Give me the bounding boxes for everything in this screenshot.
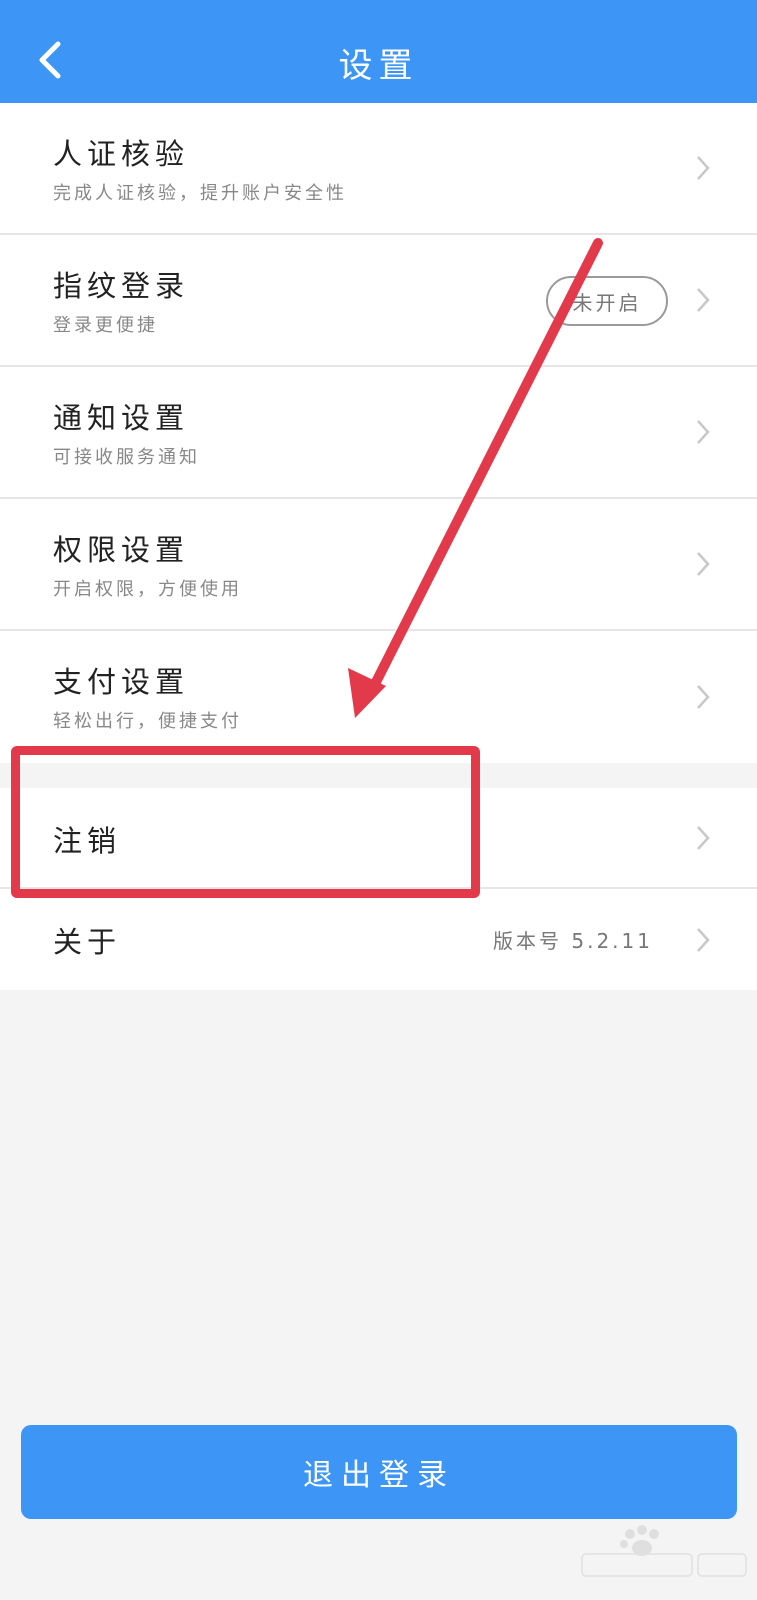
settings-item-title: 人证核验 — [53, 137, 190, 171]
chevron-right-icon — [697, 420, 710, 444]
settings-item-permissions[interactable]: 权限设置 开启权限，方便使用 — [0, 499, 757, 631]
settings-item-title: 权限设置 — [53, 533, 190, 567]
settings-item-subtitle: 登录更便捷 — [53, 315, 158, 336]
settings-item-subtitle: 开启权限，方便使用 — [53, 579, 242, 600]
chevron-right-icon — [697, 156, 710, 180]
settings-item-identity-verification[interactable]: 人证核验 完成人证核验，提升账户安全性 — [0, 103, 757, 235]
chevron-right-icon — [697, 927, 710, 952]
settings-item-subtitle: 可接收服务通知 — [53, 447, 200, 468]
settings-item-about[interactable]: 关于 版本号 5.2.11 — [0, 889, 757, 990]
chevron-right-icon — [697, 288, 710, 312]
settings-item-subtitle: 轻松出行，便捷支付 — [53, 711, 242, 732]
settings-item-subtitle: 完成人证核验，提升账户安全性 — [53, 183, 347, 204]
settings-page: 设置 人证核验 完成人证核验，提升账户安全性 指纹登录 登录更便捷 未开启 通知… — [0, 0, 757, 1600]
settings-item-title: 关于 — [53, 925, 122, 959]
logout-button[interactable]: 退出登录 — [21, 1425, 737, 1519]
app-header: 设置 — [0, 0, 757, 103]
chevron-right-icon — [697, 825, 710, 850]
chevron-right-icon — [697, 685, 710, 709]
baidu-watermark-icon — [581, 1525, 747, 1577]
settings-item-payment[interactable]: 支付设置 轻松出行，便捷支付 — [0, 631, 757, 763]
version-label: 版本号 5.2.11 — [493, 929, 653, 953]
settings-item-title: 支付设置 — [53, 665, 190, 699]
settings-item-title: 指纹登录 — [53, 269, 190, 303]
fingerprint-status-badge[interactable]: 未开启 — [546, 276, 668, 326]
settings-item-notifications[interactable]: 通知设置 可接收服务通知 — [0, 367, 757, 499]
annotation-highlight-box — [11, 746, 480, 898]
settings-item-title: 通知设置 — [53, 401, 190, 435]
settings-list: 人证核验 完成人证核验，提升账户安全性 指纹登录 登录更便捷 未开启 通知设置 … — [0, 103, 757, 763]
page-title: 设置 — [338, 46, 419, 86]
settings-item-fingerprint-login[interactable]: 指纹登录 登录更便捷 未开启 — [0, 235, 757, 367]
chevron-right-icon — [697, 552, 710, 576]
